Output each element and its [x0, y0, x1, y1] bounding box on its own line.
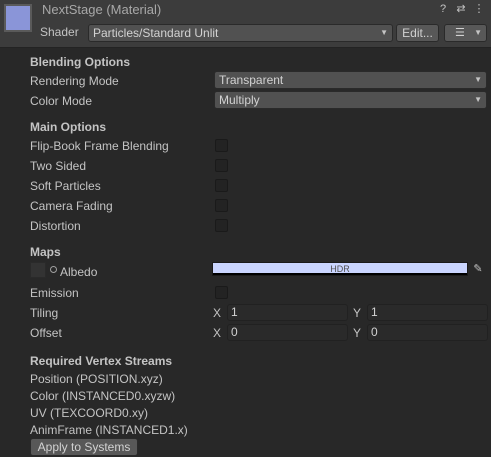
distortion-checkbox[interactable]: [215, 219, 228, 232]
rendering-mode-label: Rendering Mode: [30, 74, 119, 88]
tiling-label: Tiling: [30, 306, 59, 320]
camera-fading-label: Camera Fading: [30, 199, 113, 213]
offset-label: Offset: [30, 326, 62, 340]
eyedropper-icon[interactable]: ✎: [470, 262, 486, 276]
alpha-bar: [213, 273, 467, 275]
tiling-x-field[interactable]: 1: [227, 304, 348, 321]
edit-shader-button[interactable]: Edit...: [396, 24, 439, 42]
distortion-label: Distortion: [30, 219, 81, 233]
soft-particles-label: Soft Particles: [30, 179, 101, 193]
inspector-header: NextStage (Material) ? ⇄ ⋮ Shader Partic…: [0, 0, 491, 48]
main-options-heading: Main Options: [30, 120, 106, 134]
tiling-y-axis-label: Y: [353, 306, 362, 320]
blending-options-heading: Blending Options: [30, 55, 130, 69]
flipbook-blending-checkbox[interactable]: [215, 139, 228, 152]
emission-checkbox[interactable]: [215, 286, 228, 299]
camera-fading-checkbox[interactable]: [215, 199, 228, 212]
offset-y-field[interactable]: 0: [367, 324, 488, 341]
offset-x-field[interactable]: 0: [227, 324, 348, 341]
rendering-mode-dropdown[interactable]: Transparent ▼: [214, 71, 487, 89]
vertex-streams-heading: Required Vertex Streams: [30, 354, 173, 368]
apply-to-systems-button[interactable]: Apply to Systems: [30, 438, 138, 456]
tiling-y-field[interactable]: 1: [367, 304, 488, 321]
chevron-down-icon: ▼: [474, 28, 482, 37]
texture-picker-icon[interactable]: [50, 266, 57, 273]
soft-particles-checkbox[interactable]: [215, 179, 228, 192]
shader-label: Shader: [40, 25, 79, 39]
offset-y-axis-label: Y: [353, 326, 362, 340]
two-sided-label: Two Sided: [30, 159, 87, 173]
material-preview-thumbnail[interactable]: [4, 4, 32, 32]
stream-item-color: Color (INSTANCED0.xyzw): [30, 389, 176, 403]
albedo-texture-slot[interactable]: [30, 262, 46, 278]
shader-value: Particles/Standard Unlit: [93, 26, 219, 40]
settings-sliders-icon[interactable]: ⇄: [455, 3, 467, 15]
rendering-mode-value: Transparent: [219, 73, 284, 87]
more-icon[interactable]: ⋮: [473, 3, 485, 15]
list-icon: ☰: [455, 27, 465, 39]
chevron-down-icon: ▼: [474, 75, 482, 84]
stream-item-position: Position (POSITION.xyz): [30, 372, 163, 386]
two-sided-checkbox[interactable]: [215, 159, 228, 172]
shader-options-dropdown[interactable]: ☰ ▼: [444, 24, 487, 42]
color-mode-dropdown[interactable]: Multiply ▼: [214, 91, 487, 109]
color-mode-value: Multiply: [219, 93, 260, 107]
offset-x-axis-label: X: [213, 326, 222, 340]
color-mode-label: Color Mode: [30, 94, 93, 108]
chevron-down-icon: ▼: [380, 28, 388, 37]
stream-item-uv: UV (TEXCOORD0.xy): [30, 406, 149, 420]
albedo-color-field[interactable]: HDR: [212, 262, 468, 276]
chevron-down-icon: ▼: [474, 95, 482, 104]
emission-label: Emission: [30, 286, 79, 300]
flipbook-blending-label: Flip-Book Frame Blending: [30, 139, 169, 153]
tiling-x-axis-label: X: [213, 306, 222, 320]
shader-dropdown[interactable]: Particles/Standard Unlit ▼: [88, 24, 393, 42]
stream-item-animframe: AnimFrame (INSTANCED1.x): [30, 423, 188, 437]
header-icons: ? ⇄ ⋮: [437, 3, 485, 15]
material-title: NextStage (Material): [42, 2, 162, 17]
help-icon[interactable]: ?: [437, 3, 449, 15]
albedo-label: Albedo: [60, 265, 98, 279]
maps-heading: Maps: [30, 245, 61, 259]
